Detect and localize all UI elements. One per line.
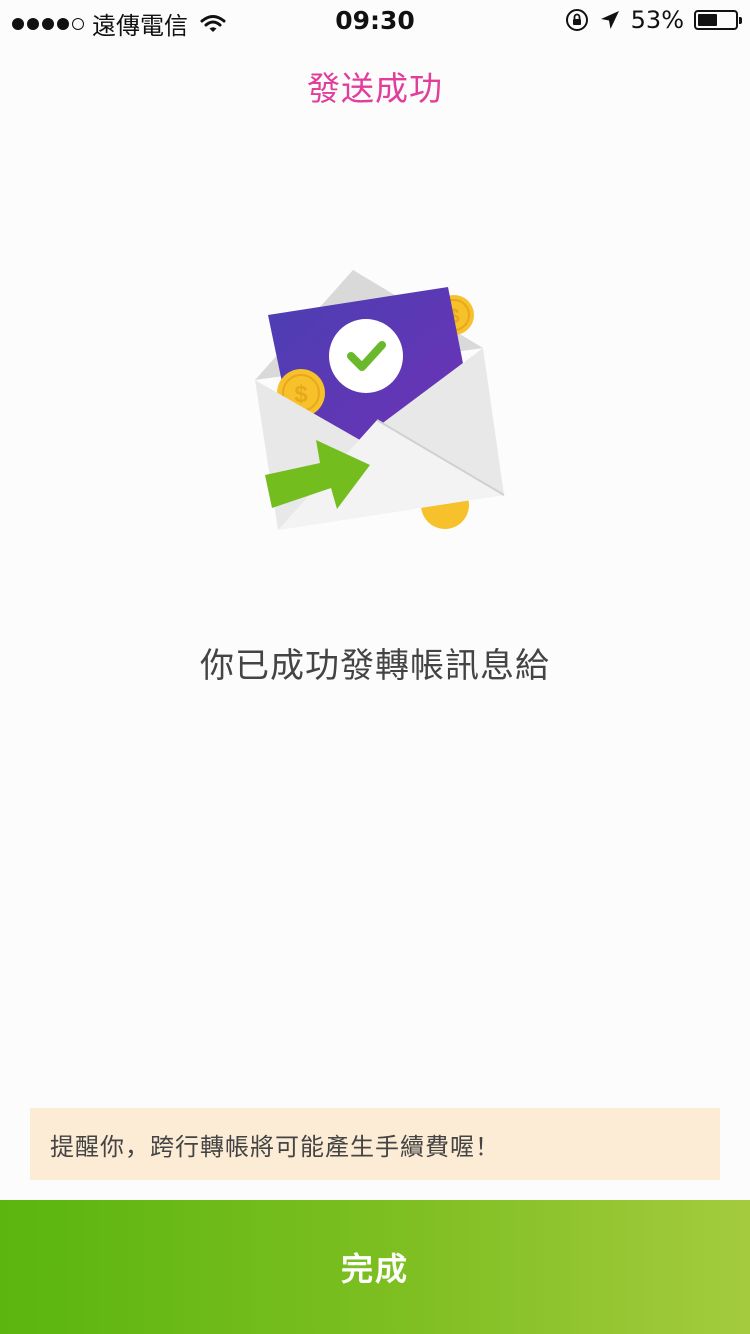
status-left: 遠傳電信: [12, 6, 226, 41]
wifi-icon: [200, 14, 226, 32]
fee-notice: 提醒你，跨行轉帳將可能產生手續費喔！: [30, 1108, 720, 1180]
status-bar: 遠傳電信 09:30 53%: [0, 0, 750, 40]
carrier-name: 遠傳電信: [92, 12, 188, 40]
location-arrow-icon: [600, 11, 619, 29]
success-message: 你已成功發轉帳訊息給: [200, 646, 550, 686]
done-button-label: 完成: [340, 1250, 409, 1288]
status-right: 53%: [565, 6, 742, 34]
signal-strength-icon: [12, 17, 84, 30]
done-button[interactable]: 完成: [0, 1200, 750, 1334]
check-icon: [329, 319, 403, 393]
fee-notice-text: 提醒你，跨行轉帳將可能產生手續費喔！: [50, 1132, 500, 1161]
page-title: 發送成功: [307, 69, 443, 108]
orientation-lock-icon: [565, 9, 588, 31]
battery-level: [698, 14, 717, 26]
battery-percent: 53%: [630, 6, 684, 34]
battery-icon: [694, 10, 742, 30]
envelope-illustration: $ $: [255, 270, 505, 530]
